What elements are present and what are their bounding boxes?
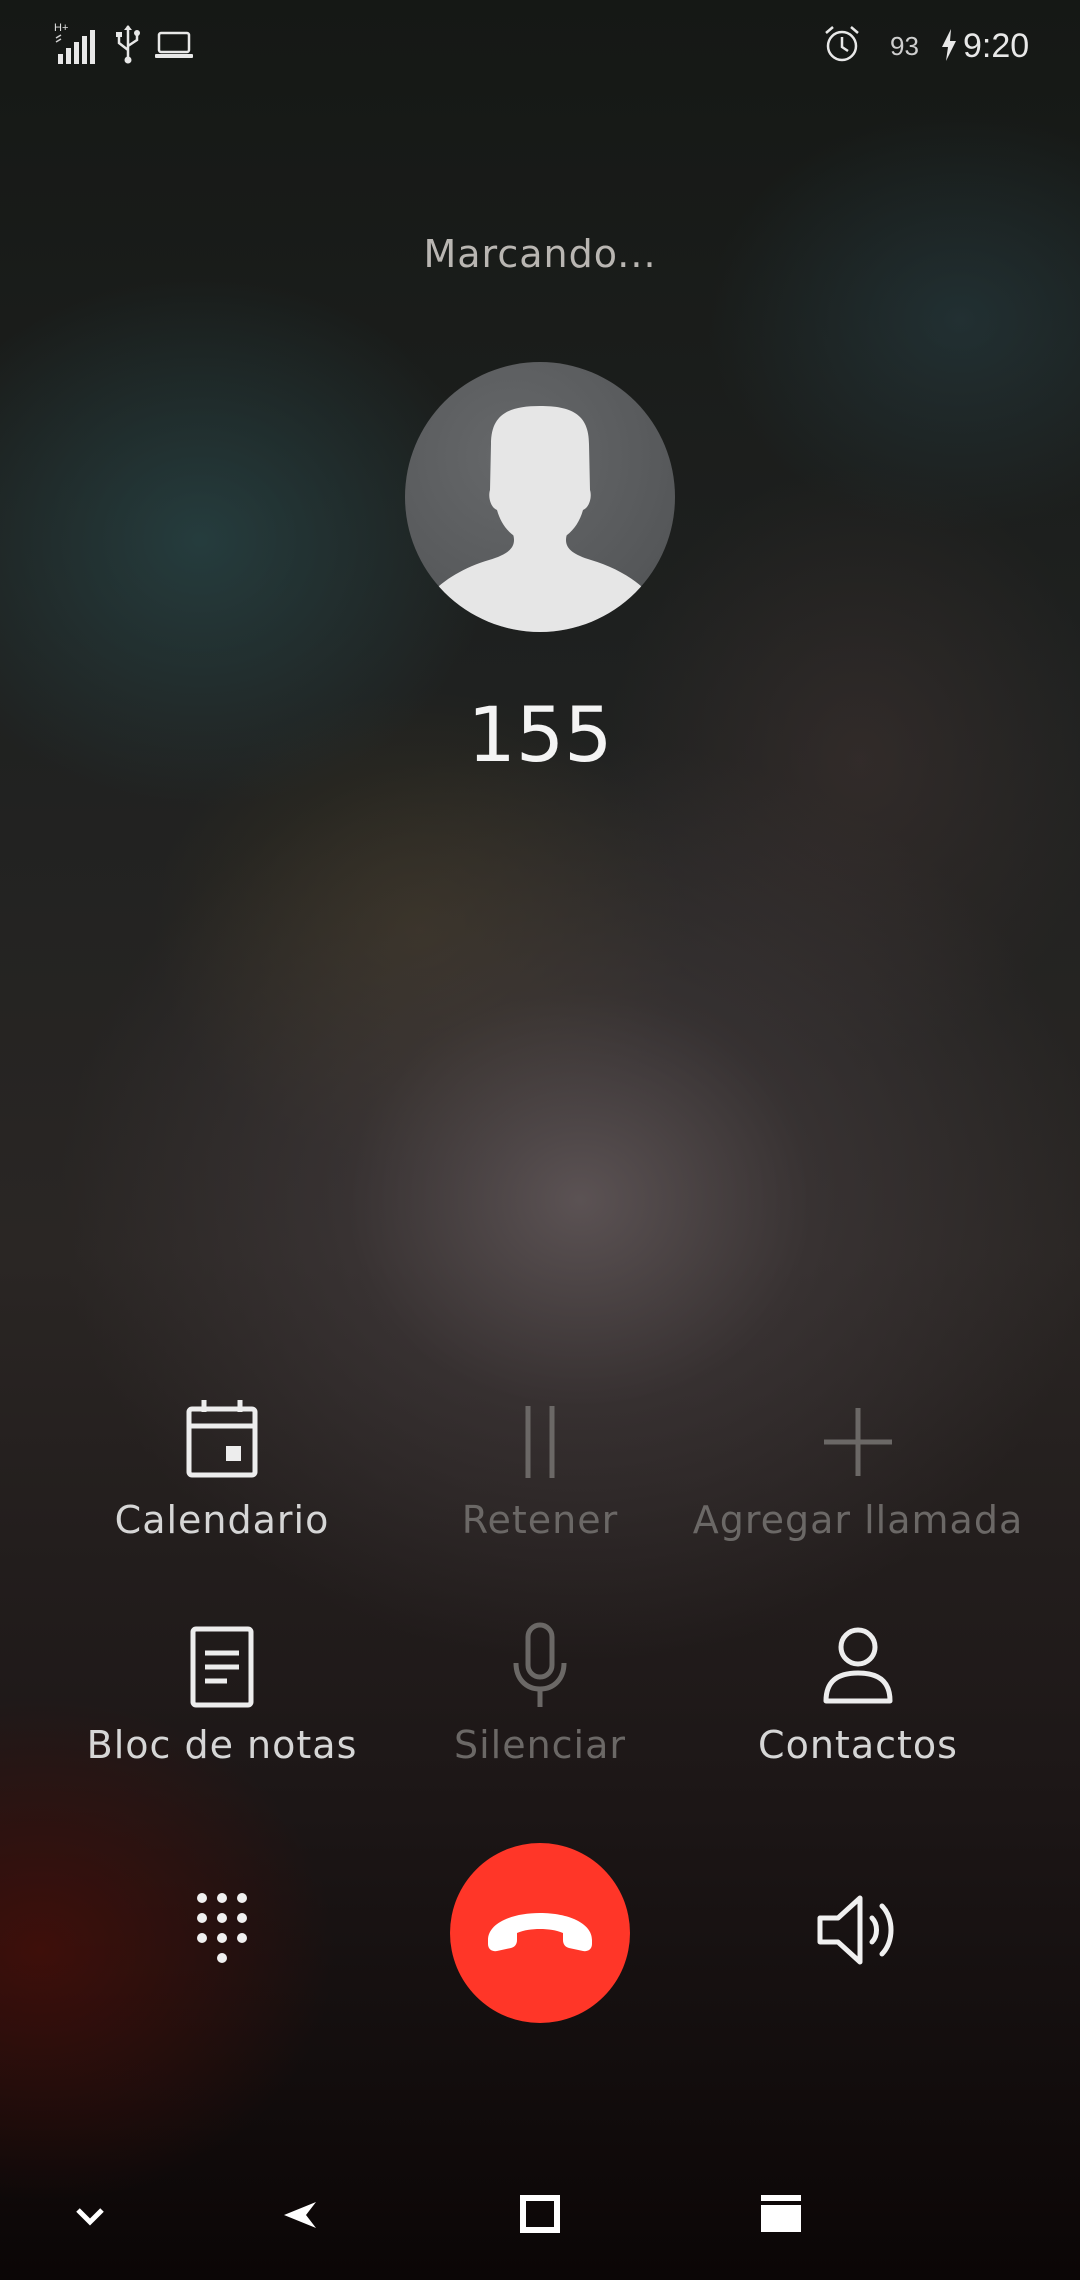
network-type-label: H+ [54,22,68,34]
dialpad-icon[interactable] [172,1880,272,1980]
notepad-button[interactable]: Bloc de notas [62,1617,382,1817]
calendar-button[interactable]: Calendario [62,1392,382,1592]
add-call-button[interactable]: Agregar llamada [693,1392,1022,1592]
pause-icon [525,1406,555,1478]
back-icon[interactable] [260,2180,340,2250]
contacts-button[interactable]: Contactos [698,1617,1018,1817]
charging-icon [942,29,956,61]
contacts-label: Contactos [758,1723,958,1767]
person-silhouette-icon [431,406,649,632]
usb-icon [116,25,140,64]
call-status-text: Marcando... [423,232,657,276]
add-call-label: Agregar llamada [692,1498,1024,1542]
hangup-button[interactable] [450,1843,630,2023]
home-icon[interactable] [500,2180,580,2250]
hangup-icon [488,1913,592,1952]
notepad-icon [190,1626,254,1708]
call-screen: H+ 93 9:20 Marcando... 155 Calendario Re… [0,0,1080,2280]
mute-button[interactable]: Silenciar [380,1617,700,1817]
hold-button[interactable]: Retener [380,1392,700,1592]
battery-level: 93 [890,31,919,61]
laptop-icon [155,31,193,58]
contact-avatar [405,362,675,632]
calendar-icon [186,1400,258,1478]
chevron-down-icon[interactable] [50,2180,130,2250]
plus-icon [824,1408,892,1476]
signal-icon: H+ [54,22,95,64]
person-icon [823,1627,893,1704]
status-bar: H+ 93 9:20 [0,0,1080,90]
recents-icon[interactable] [741,2180,821,2250]
caller-number: 155 [467,690,613,779]
alarm-icon [825,26,859,62]
speaker-icon[interactable] [808,1880,908,1980]
clock: 9:20 [963,27,1030,65]
microphone-icon [513,1622,567,1707]
